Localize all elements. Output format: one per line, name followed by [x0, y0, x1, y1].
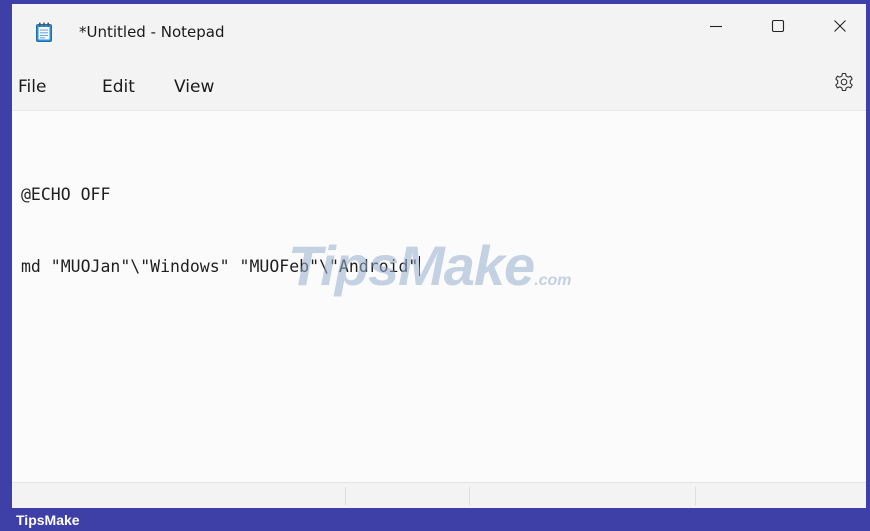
status-bar	[12, 482, 866, 508]
watermark-suffix: .com	[534, 272, 572, 289]
status-divider	[345, 487, 346, 505]
watermark: TipsMake.com	[288, 233, 572, 298]
title-bar[interactable]: *Untitled - Notepad	[12, 4, 866, 60]
editor-content: @ECHO OFF md "MUOJan"\"Windows" "MUOFeb"…	[21, 135, 421, 327]
notepad-window: *Untitled - Notepad File Edit View @ECHO…	[12, 4, 866, 508]
menu-file[interactable]: File	[18, 76, 46, 98]
maximize-icon	[771, 19, 785, 38]
watermark-text: TipsMake	[288, 234, 535, 297]
window-title: *Untitled - Notepad	[79, 23, 225, 41]
gear-icon	[834, 72, 854, 97]
status-divider	[695, 487, 696, 505]
text-editor[interactable]: @ECHO OFF md "MUOJan"\"Windows" "MUOFeb"…	[12, 110, 866, 483]
close-icon	[833, 19, 847, 38]
close-button[interactable]	[810, 4, 866, 52]
notepad-icon	[36, 22, 52, 42]
editor-line: @ECHO OFF	[21, 185, 111, 204]
menu-view[interactable]: View	[174, 76, 214, 98]
minimize-icon	[709, 19, 723, 38]
bottom-banner: TipsMake	[0, 508, 870, 531]
settings-button[interactable]	[830, 70, 858, 98]
status-divider	[469, 487, 470, 505]
minimize-button[interactable]	[686, 4, 746, 52]
maximize-button[interactable]	[748, 4, 808, 52]
menu-bar: File Edit View	[12, 60, 866, 110]
menu-edit[interactable]: Edit	[102, 76, 135, 98]
banner-label: TipsMake	[16, 512, 80, 528]
